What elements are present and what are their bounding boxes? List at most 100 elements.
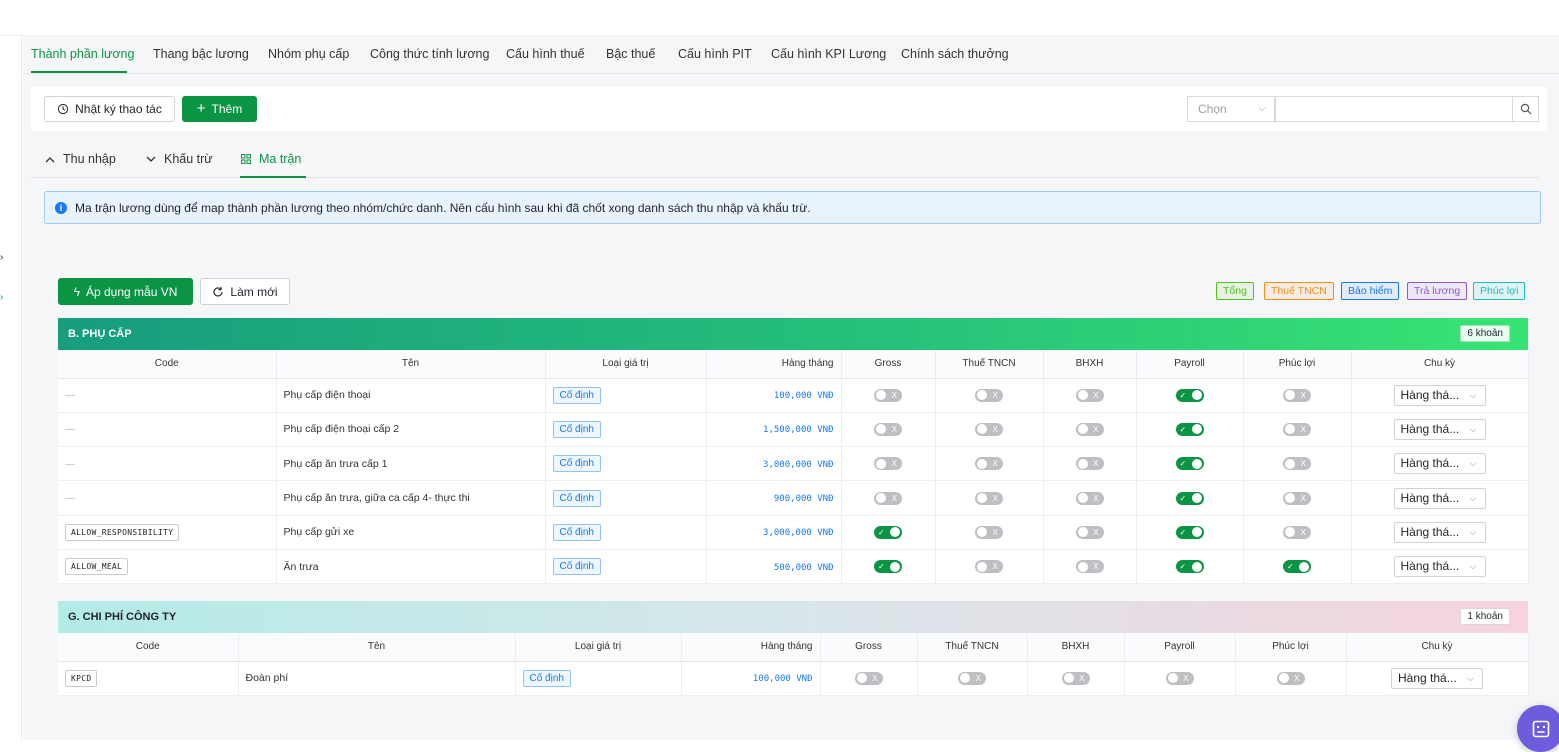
filter-select[interactable]: Chọn ⌵ <box>1187 96 1275 122</box>
col-type[interactable]: Loại giá trị <box>515 633 682 662</box>
toggle-mark: ✓ <box>1179 562 1187 572</box>
activity-log-button[interactable]: Nhật ký thao tác <box>44 96 175 122</box>
tab-pit-config[interactable]: Cấu hình PIT <box>678 47 752 61</box>
col-pit[interactable]: Thuế TNCN <box>935 350 1044 379</box>
toggle-mark: ✓ <box>878 562 885 572</box>
toggle-knob <box>1191 424 1202 435</box>
col-payroll[interactable]: Payroll <box>1124 633 1236 662</box>
gross-toggle[interactable]: X <box>874 388 902 402</box>
tab-tax-brackets[interactable]: Bậc thuế <box>606 47 655 61</box>
chevron-down-icon: ⌵ <box>1467 672 1474 683</box>
payroll-cell: ✓ <box>1136 412 1244 448</box>
bhxh-toggle[interactable]: X <box>1075 525 1104 539</box>
col-bhxh[interactable]: BHXH <box>1027 633 1125 662</box>
gross-toggle[interactable]: X <box>854 671 883 685</box>
sub-tabs: Thu nhập Khấu trừ Ma trận <box>31 140 1539 178</box>
tab-tax-config[interactable]: Cấu hình thuế <box>506 47 585 61</box>
cycle-select[interactable]: Hàng thá... ⌵ <box>1391 667 1483 689</box>
main-content: Thành phần lương Thang bậc lương Nhóm ph… <box>23 36 1559 752</box>
welfare-toggle[interactable]: X <box>1276 671 1305 685</box>
tab-bonus-policy[interactable]: Chính sách thưởng <box>901 47 1009 61</box>
search-button[interactable] <box>1512 97 1538 121</box>
pit-toggle[interactable]: X <box>975 560 1003 574</box>
payroll-toggle[interactable]: X <box>1165 671 1194 685</box>
subtab-deduction-label: Khấu trừ <box>164 152 213 166</box>
toggle-knob <box>1077 493 1088 504</box>
bhxh-toggle[interactable]: X <box>1075 457 1104 471</box>
col-code[interactable]: Code <box>58 633 239 662</box>
tab-salary-scale[interactable]: Thang bậc lương <box>153 47 249 61</box>
col-monthly[interactable]: Hàng tháng <box>706 350 842 379</box>
col-name[interactable]: Tên <box>238 633 516 662</box>
tab-kpi-salary[interactable]: Cấu hình KPI Lương <box>771 47 886 61</box>
tab-salary-formula[interactable]: Công thức tính lương <box>370 47 489 61</box>
col-code[interactable]: Code <box>58 350 277 379</box>
col-type[interactable]: Loại giá trị <box>545 350 707 379</box>
payroll-toggle[interactable]: ✓ <box>1175 491 1204 505</box>
chevron-right-icon[interactable]: › <box>0 292 3 303</box>
chevron-right-icon[interactable]: › <box>0 252 3 263</box>
subtab-matrix[interactable]: Ma trận <box>241 152 301 166</box>
search-input[interactable] <box>1275 96 1539 122</box>
bhxh-toggle[interactable]: X <box>1061 671 1090 685</box>
welfare-toggle[interactable]: X <box>1283 525 1311 539</box>
add-button[interactable]: + Thêm <box>182 96 257 122</box>
bhxh-toggle[interactable]: X <box>1075 388 1104 402</box>
col-bhxh[interactable]: BHXH <box>1043 350 1137 379</box>
welfare-toggle[interactable]: X <box>1283 422 1311 436</box>
welfare-toggle[interactable]: X <box>1283 388 1311 402</box>
gross-toggle[interactable]: X <box>874 457 902 471</box>
chat-assistant-button[interactable] <box>1517 705 1559 752</box>
toggle-mark: X <box>992 390 998 400</box>
pit-toggle[interactable]: X <box>958 671 986 685</box>
cycle-select[interactable]: Hàng thá... ⌵ <box>1393 487 1486 509</box>
allowances-table: Code Tên Loại giá trị Hàng tháng Gross T… <box>58 350 1529 585</box>
pit-toggle[interactable]: X <box>975 525 1003 539</box>
payroll-toggle[interactable]: ✓ <box>1175 525 1204 539</box>
pit-toggle[interactable]: X <box>975 457 1003 471</box>
col-welfare[interactable]: Phúc lợi <box>1243 350 1352 379</box>
pit-toggle[interactable]: X <box>975 422 1003 436</box>
col-cycle[interactable]: Chu kỳ <box>1346 633 1529 662</box>
tab-allowance-groups[interactable]: Nhóm phụ cấp <box>268 47 349 61</box>
apply-vn-template-button[interactable]: ϟ Áp dụng mẫu VN <box>58 278 193 305</box>
payroll-toggle[interactable]: ✓ <box>1175 457 1204 471</box>
col-payroll[interactable]: Payroll <box>1136 350 1244 379</box>
monthly-cell: 100,000 VNĐ <box>706 378 842 413</box>
payroll-toggle[interactable]: ✓ <box>1175 422 1204 436</box>
toggle-mark: X <box>891 390 897 400</box>
col-pit[interactable]: Thuế TNCN <box>917 633 1028 662</box>
cycle-select[interactable]: Hàng thá... ⌵ <box>1393 453 1486 475</box>
refresh-button[interactable]: Làm mới <box>200 278 290 305</box>
gross-toggle[interactable]: ✓ <box>874 560 902 574</box>
col-name[interactable]: Tên <box>276 350 546 379</box>
col-cycle[interactable]: Chu kỳ <box>1351 350 1529 379</box>
subtab-deduction[interactable]: Khấu trừ <box>146 152 213 166</box>
cycle-select[interactable]: Hàng thá... ⌵ <box>1393 384 1486 406</box>
empty-code: — <box>65 458 75 470</box>
pit-toggle[interactable]: X <box>975 491 1003 505</box>
welfare-toggle[interactable]: X <box>1283 457 1311 471</box>
bhxh-toggle[interactable]: X <box>1075 422 1104 436</box>
welfare-toggle[interactable]: ✓ <box>1283 560 1311 574</box>
payroll-toggle[interactable]: ✓ <box>1175 560 1204 574</box>
cycle-select[interactable]: Hàng thá... ⌵ <box>1393 418 1486 440</box>
bhxh-toggle[interactable]: X <box>1075 560 1104 574</box>
cycle-select[interactable]: Hàng thá... ⌵ <box>1393 521 1486 543</box>
gross-toggle[interactable]: X <box>874 491 902 505</box>
bhxh-toggle[interactable]: X <box>1075 491 1104 505</box>
col-monthly[interactable]: Hàng tháng <box>681 633 821 662</box>
gross-toggle[interactable]: ✓ <box>874 525 902 539</box>
payroll-toggle[interactable]: ✓ <box>1175 388 1204 402</box>
monthly-cell: 3,000,000 VNĐ <box>706 446 842 482</box>
welfare-toggle[interactable]: X <box>1283 491 1311 505</box>
cycle-select[interactable]: Hàng thá... ⌵ <box>1393 556 1486 578</box>
col-welfare[interactable]: Phúc lợi <box>1235 633 1347 662</box>
tab-salary-components[interactable]: Thành phần lương <box>31 47 134 61</box>
col-gross[interactable]: Gross <box>820 633 918 662</box>
toggle-mark: X <box>992 459 998 469</box>
col-gross[interactable]: Gross <box>841 350 936 379</box>
pit-toggle[interactable]: X <box>975 388 1003 402</box>
subtab-income[interactable]: Thu nhập <box>45 152 116 166</box>
gross-toggle[interactable]: X <box>874 422 902 436</box>
